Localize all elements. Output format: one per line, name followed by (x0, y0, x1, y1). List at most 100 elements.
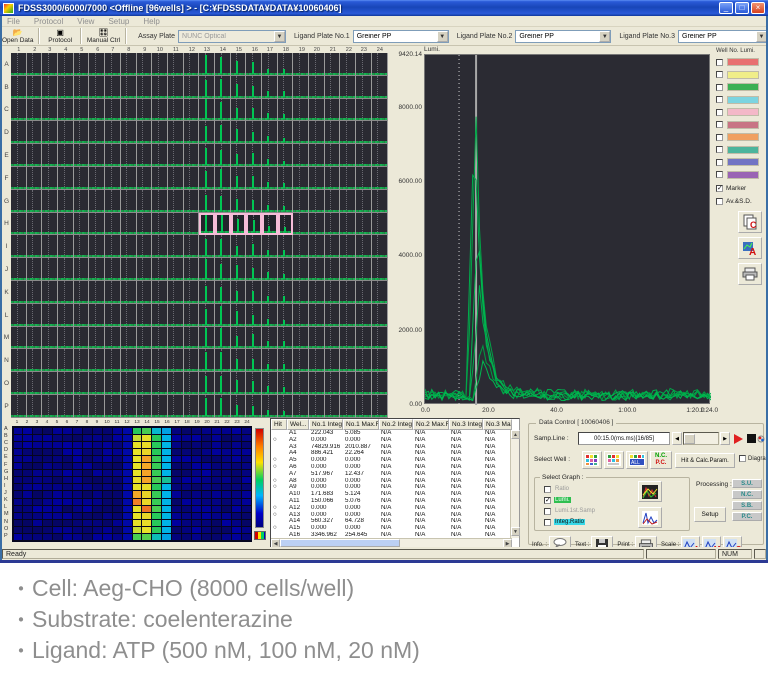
well-H11[interactable] (168, 213, 184, 236)
marker-checkbox-row[interactable]: ✓ Marker (716, 183, 766, 194)
table-header-wel-[interactable]: Wel... (287, 419, 309, 430)
play-button[interactable] (732, 432, 745, 445)
well-F7[interactable] (105, 167, 121, 190)
heatmap-well-H16[interactable] (162, 477, 171, 483)
well-F14[interactable] (215, 167, 231, 190)
heatmap-well-B20[interactable] (202, 435, 211, 441)
heatmap-well-M14[interactable] (142, 513, 151, 519)
well-I17[interactable] (262, 235, 278, 258)
heatmap-well-A6[interactable] (63, 428, 72, 434)
well-L15[interactable] (231, 304, 247, 327)
graph-option-integ-ratio[interactable]: Integ.Ratio (544, 517, 628, 527)
menu-item-help[interactable]: Help (136, 17, 166, 26)
heatmap-well-F16[interactable] (162, 463, 171, 469)
well-C8[interactable] (121, 99, 137, 122)
well-J12[interactable] (184, 258, 200, 281)
heatmap-well-B14[interactable] (142, 435, 151, 441)
print-chart-button[interactable] (738, 263, 762, 285)
protocol-button[interactable]: ▣ Protocol (44, 27, 75, 45)
well-J19[interactable] (293, 258, 309, 281)
heatmap-well-C12[interactable] (123, 442, 132, 448)
heatmap-well-O9[interactable] (93, 527, 102, 533)
heatmap-well-H24[interactable] (242, 477, 251, 483)
heatmap-well-F18[interactable] (182, 463, 191, 469)
heatmap-well-A5[interactable] (53, 428, 62, 434)
well-A20[interactable] (309, 53, 325, 76)
heatmap-well-A1[interactable] (14, 428, 23, 434)
well-E15[interactable] (231, 144, 247, 167)
well-K4[interactable] (58, 281, 74, 304)
heatmap-well-D18[interactable] (182, 449, 191, 455)
heatmap-well-P10[interactable] (103, 534, 112, 540)
heatmap-well-L13[interactable] (133, 506, 142, 512)
well-J15[interactable] (231, 258, 247, 281)
heatmap-well-B21[interactable] (212, 435, 221, 441)
heatmap-well-K6[interactable] (63, 499, 72, 505)
graph-option-checkbox[interactable] (544, 519, 551, 526)
well-F3[interactable] (42, 167, 58, 190)
well-O2[interactable] (27, 372, 43, 395)
well-P24[interactable] (372, 395, 388, 418)
well-L19[interactable] (293, 304, 309, 327)
heatmap-well-N15[interactable] (152, 520, 161, 526)
heatmap-well-N8[interactable] (83, 520, 92, 526)
legend-checkbox-2[interactable] (716, 71, 723, 78)
heatmap-well-H10[interactable] (103, 477, 112, 483)
heatmap-well-A16[interactable] (162, 428, 171, 434)
heatmap-well-P11[interactable] (113, 534, 122, 540)
well-G12[interactable] (184, 190, 200, 213)
well-L22[interactable] (340, 304, 356, 327)
well-C16[interactable] (246, 99, 262, 122)
well-E13[interactable] (199, 144, 215, 167)
well-K16[interactable] (246, 281, 262, 304)
well-F5[interactable] (74, 167, 90, 190)
heatmap-well-G11[interactable] (113, 470, 122, 476)
select-well-group-button[interactable]: ALL (626, 451, 648, 469)
resize-grip[interactable] (754, 549, 766, 559)
well-G23[interactable] (356, 190, 372, 213)
well-A17[interactable] (262, 53, 278, 76)
well-J24[interactable] (372, 258, 388, 281)
well-O12[interactable] (184, 372, 200, 395)
heatmap-well-E16[interactable] (162, 456, 171, 462)
well-O19[interactable] (293, 372, 309, 395)
heatmap-well-C9[interactable] (93, 442, 102, 448)
heatmap-well-G23[interactable] (232, 470, 241, 476)
heatmap-well-F21[interactable] (212, 463, 221, 469)
well-M7[interactable] (105, 327, 121, 350)
well-N14[interactable] (215, 349, 231, 372)
heatmap-well-G21[interactable] (212, 470, 221, 476)
avsd-checkbox[interactable] (716, 198, 723, 205)
table-row-A2[interactable]: ○A20.0000.000N/AN/AN/AN/A (271, 437, 512, 444)
heatmap-well-M23[interactable] (232, 513, 241, 519)
heatmap-well-M3[interactable] (33, 513, 42, 519)
heatmap-well-H15[interactable] (152, 477, 161, 483)
well-K1[interactable] (11, 281, 27, 304)
well-H6[interactable] (89, 213, 105, 236)
well-N13[interactable] (199, 349, 215, 372)
heatmap-well-A18[interactable] (182, 428, 191, 434)
heatmap-well-D12[interactable] (123, 449, 132, 455)
well-B18[interactable] (278, 76, 294, 99)
heatmap-well-E3[interactable] (33, 456, 42, 462)
table-header-no-1-integ-[interactable]: No.1 Integ... (309, 419, 343, 430)
legend-checkbox-5[interactable] (716, 109, 723, 116)
heatmap-well-L9[interactable] (93, 506, 102, 512)
well-I16[interactable] (246, 235, 262, 258)
well-E8[interactable] (121, 144, 137, 167)
well-K18[interactable] (278, 281, 294, 304)
well-E2[interactable] (27, 144, 43, 167)
heatmap-well-O3[interactable] (33, 527, 42, 533)
well-N4[interactable] (58, 349, 74, 372)
well-J18[interactable] (278, 258, 294, 281)
heatmap-well-F7[interactable] (73, 463, 82, 469)
heatmap-well-P20[interactable] (202, 534, 211, 540)
well-E5[interactable] (74, 144, 90, 167)
heatmap-well-G15[interactable] (152, 470, 161, 476)
well-D5[interactable] (74, 121, 90, 144)
heatmap-well-C16[interactable] (162, 442, 171, 448)
heatmap-well-G5[interactable] (53, 470, 62, 476)
well-N15[interactable] (231, 349, 247, 372)
heatmap-well-E10[interactable] (103, 456, 112, 462)
well-D9[interactable] (137, 121, 153, 144)
